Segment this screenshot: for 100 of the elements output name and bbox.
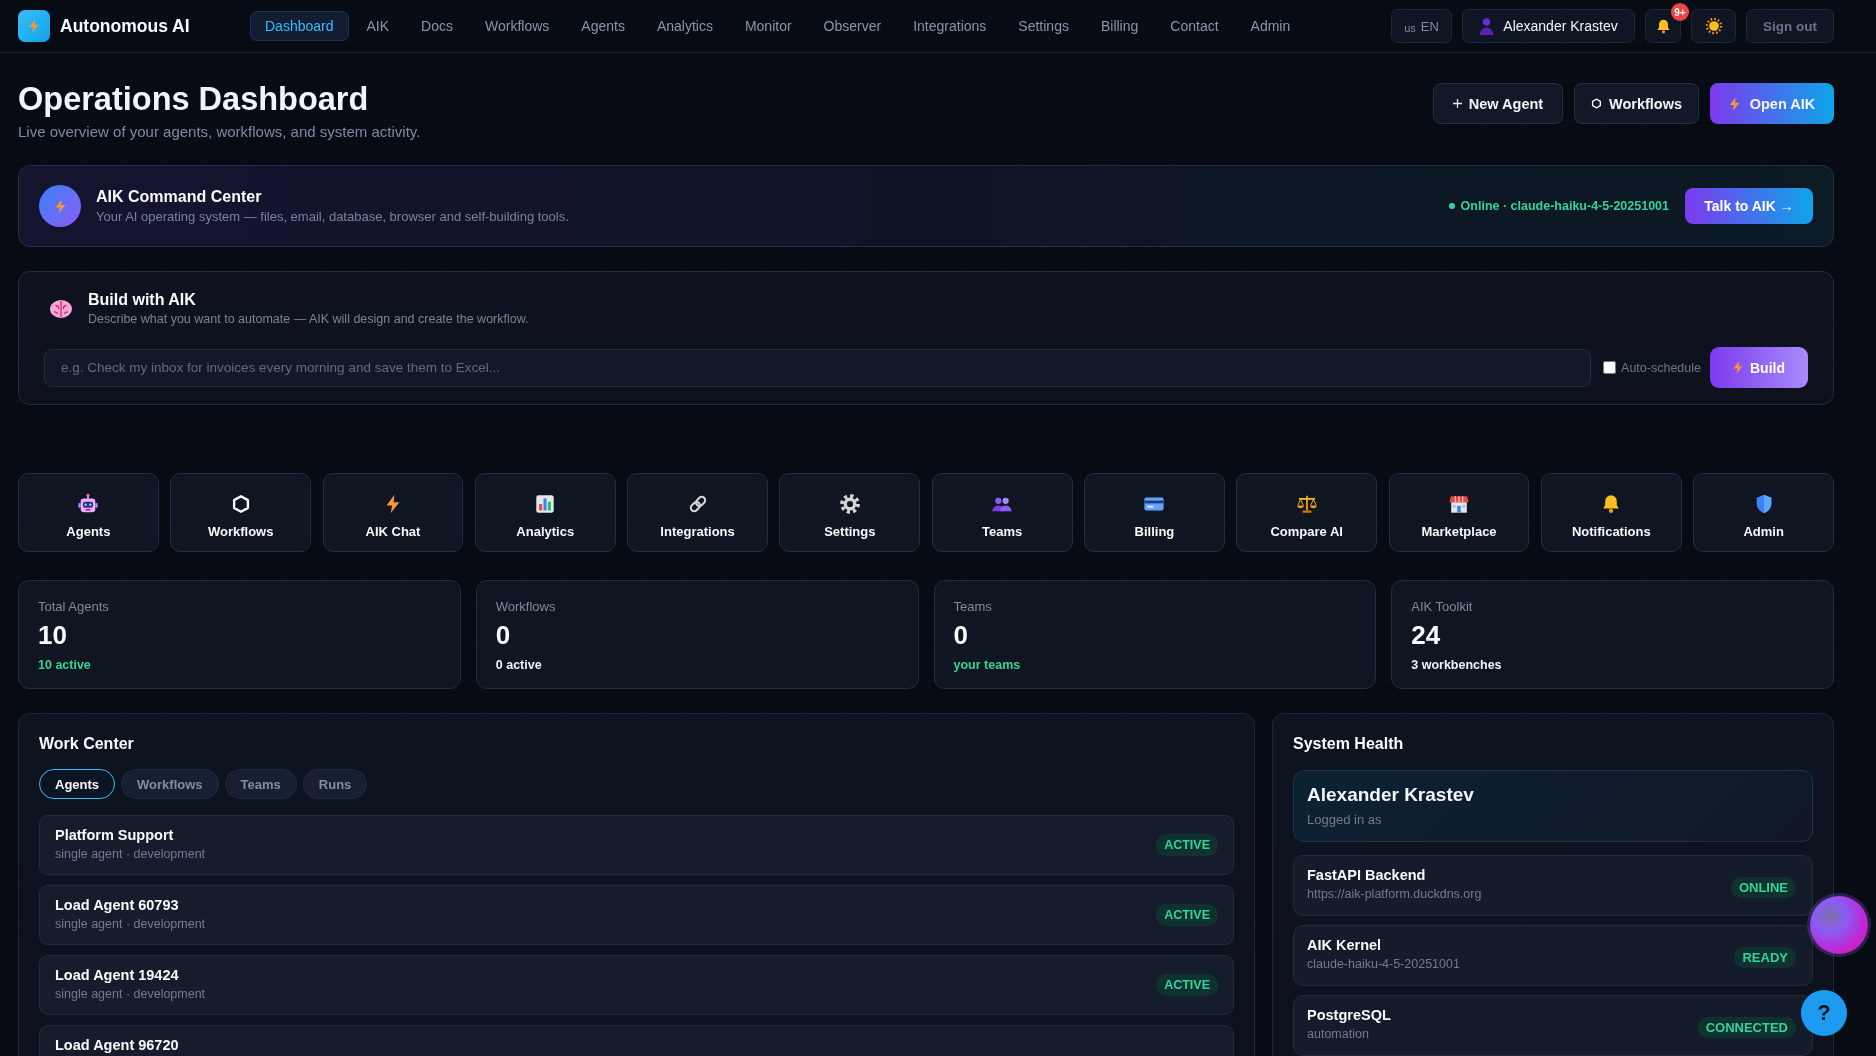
stat-value: 24: [1411, 620, 1442, 650]
work-center-tab[interactable]: Runs: [302, 769, 368, 799]
nav-link[interactable]: Docs: [407, 11, 467, 41]
work-center-tab[interactable]: Agents: [39, 769, 116, 799]
brain-icon: [49, 299, 73, 319]
robot-icon: [77, 493, 100, 515]
shortcut-tile[interactable]: Compare AI: [1236, 473, 1378, 552]
agent-name: Platform Support: [55, 826, 175, 844]
open-aik-button[interactable]: Open AIK: [1710, 83, 1834, 124]
service-detail: https://aik-platform.duckdns.org: [1307, 886, 1482, 902]
agent-name: Load Agent 96720: [55, 1036, 179, 1054]
nav-link[interactable]: Agents: [567, 11, 639, 41]
status-badge: ACTIVE: [1156, 974, 1218, 996]
stat-note: 10 active: [38, 657, 92, 673]
agent-name: Load Agent 19424: [55, 966, 180, 984]
nav-link[interactable]: Workflows: [471, 11, 564, 41]
agent-meta: single agent · development: [55, 846, 206, 862]
talk-to-aik-button[interactable]: Talk to AIK →: [1685, 188, 1813, 224]
work-center-tab[interactable]: Workflows: [121, 769, 219, 799]
status-badge: CONNECTED: [1697, 1017, 1796, 1038]
service-detail: automation: [1307, 1026, 1370, 1042]
plus-icon: [1452, 99, 1462, 108]
stat-note: 3 workbenches: [1411, 657, 1503, 673]
service-detail: claude-haiku-4-5-20251001: [1307, 956, 1460, 972]
work-center-tab[interactable]: Teams: [224, 769, 297, 799]
new-agent-button[interactable]: New Agent: [1433, 83, 1563, 124]
nav-link[interactable]: Admin: [1236, 11, 1305, 41]
store-icon: [1448, 493, 1470, 515]
card-description: Your AI operating system — files, email, database, browser and self-building tools.: [96, 208, 570, 225]
language-button[interactable]: us EN: [1391, 9, 1452, 43]
stat-value: 0: [953, 620, 969, 650]
sun-icon: [1704, 17, 1723, 35]
stat-value: 0: [495, 620, 512, 650]
theme-toggle-button[interactable]: [1691, 9, 1736, 43]
shortcut-tile[interactable]: Marketplace: [1388, 473, 1530, 552]
shortcut-tile[interactable]: Workflows: [170, 473, 312, 552]
user-menu-button[interactable]: Alexander Krastev: [1462, 9, 1635, 43]
bar-chart-icon: [534, 493, 557, 515]
shortcut-tile[interactable]: AIK Chat: [322, 473, 464, 552]
stat-label: Teams: [953, 598, 993, 615]
stat-label: Workflows: [495, 598, 557, 615]
shortcut-tile[interactable]: Teams: [931, 473, 1073, 552]
brand-logo-icon: [18, 10, 50, 42]
card-title: Build with AIK: [88, 290, 197, 310]
shortcut-tile[interactable]: Billing: [1084, 473, 1225, 552]
shortcut-tile[interactable]: Agents: [18, 473, 159, 552]
agent-meta: single agent · development: [55, 986, 206, 1002]
status-badge: ONLINE: [1730, 877, 1796, 898]
nav-link[interactable]: Billing: [1086, 11, 1153, 41]
service-name: PostgreSQL: [1307, 1006, 1391, 1024]
shortcut-tile[interactable]: Notifications: [1540, 473, 1682, 552]
nav-link[interactable]: Contact: [1156, 11, 1233, 41]
workflows-button[interactable]: Workflows: [1574, 83, 1699, 124]
nav-link[interactable]: Dashboard: [250, 11, 349, 41]
card-title: AIK Command Center: [96, 187, 263, 207]
notification-count-badge: 9+: [1671, 3, 1689, 21]
sign-out-button[interactable]: Sign out: [1746, 9, 1834, 43]
stat-label: Total Agents: [38, 598, 110, 615]
status-badge: ACTIVE: [1156, 834, 1218, 856]
agent-row[interactable]: Platform Support single agent · development ACTIVE: [39, 815, 1234, 875]
stat-value: 10: [38, 620, 68, 650]
nav-link[interactable]: Observer: [809, 11, 896, 41]
stat-note: 0 active: [495, 657, 543, 673]
scales-icon: [1295, 493, 1318, 515]
agent-meta: single agent · development: [55, 916, 206, 932]
user-name: Alexander Krastev: [1307, 783, 1475, 807]
shortcut-tile[interactable]: Integrations: [627, 473, 768, 552]
user-silhouette-icon: [1479, 17, 1495, 35]
panel-title: Work Center: [39, 734, 135, 754]
lightning-icon: [1733, 361, 1743, 374]
nav-link[interactable]: Integrations: [899, 11, 1001, 41]
nav-link[interactable]: AIK: [352, 11, 404, 41]
prompt-input[interactable]: e.g. Check my inbox for invoices every morning and save them to Excel...: [44, 348, 1592, 387]
shortcut-tile[interactable]: Settings: [779, 473, 921, 552]
agent-row[interactable]: Load Agent 60793 single agent · development ACTIVE: [39, 885, 1234, 945]
brand-name: Autonomous AI: [60, 15, 190, 37]
agent-row[interactable]: Load Agent 19424 single agent · development ACTIVE: [39, 955, 1234, 1015]
glowing-orb-icon[interactable]: [1810, 896, 1868, 954]
service-name: AIK Kernel: [1307, 936, 1383, 954]
build-button[interactable]: Build: [1710, 347, 1808, 388]
shortcut-tile[interactable]: Admin: [1693, 473, 1834, 552]
auto-schedule-label[interactable]: Auto-schedule: [1621, 360, 1701, 375]
login-caption: Logged in as: [1307, 811, 1383, 828]
online-status-text: Online · claude-haiku-4-5-20251001: [1460, 199, 1669, 213]
lightning-icon: [1728, 96, 1740, 111]
shortcut-tile[interactable]: Analytics: [474, 473, 616, 552]
service-name: FastAPI Backend: [1307, 866, 1427, 884]
stat-label: AIK Toolkit: [1411, 598, 1474, 615]
page-subtitle: Live overview of your agents, workflows, and system activity.: [18, 122, 421, 141]
nav-link[interactable]: Settings: [1004, 11, 1083, 41]
gear-icon: [838, 493, 861, 515]
nav-link[interactable]: Analytics: [642, 11, 727, 41]
panel-title: System Health: [1293, 734, 1405, 754]
hexagon-icon: [1591, 98, 1602, 109]
card-description: Describe what you want to automate — AIK will design and create the workflow.: [88, 311, 529, 328]
nav-link[interactable]: Monitor: [730, 11, 806, 41]
page-title: Operations Dashboard: [18, 81, 370, 118]
agent-name: Load Agent 60793: [55, 896, 180, 914]
agent-row[interactable]: Load Agent 96720: [39, 1025, 1234, 1056]
auto-schedule-checkbox[interactable]: [1603, 361, 1617, 374]
